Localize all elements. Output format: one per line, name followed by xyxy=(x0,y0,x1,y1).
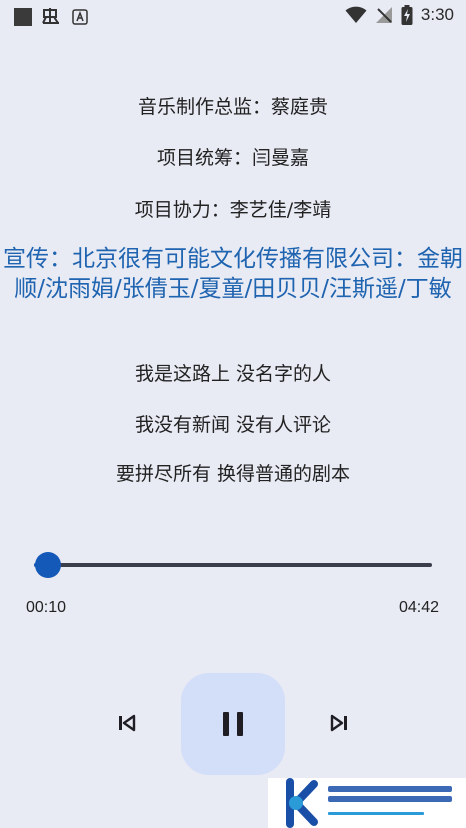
lyric-line: 项目统筹：闫曼嘉 xyxy=(156,147,309,169)
wifi-icon xyxy=(345,6,367,23)
keyboard-a-icon xyxy=(72,9,88,25)
play-pause-button[interactable] xyxy=(181,673,285,775)
status-time: 3:30 xyxy=(420,5,454,24)
seek-track[interactable] xyxy=(34,563,432,567)
lyric-line: 我没有新闻 没有人评论 xyxy=(134,414,332,436)
lyric-line: 项目协力：李艺佳/李靖 xyxy=(134,199,332,221)
lyric-line: 要拼尽所有 换得普通的剧本 xyxy=(115,463,351,485)
skip-previous-icon xyxy=(119,714,136,732)
watermark-logo xyxy=(268,778,466,828)
battery-charging-icon xyxy=(401,5,413,25)
no-signal-icon xyxy=(375,7,392,23)
app-notification-icon xyxy=(14,8,32,26)
lyric-line-active: 宣传：北京很有可能文化传播有限公司：金朝顺/沈雨娟/张倩玉/夏童/田贝贝/汪斯遥… xyxy=(3,246,463,302)
status-bar: 3:30 xyxy=(0,0,466,34)
seek-bar[interactable] xyxy=(34,552,432,578)
previous-button[interactable] xyxy=(110,706,144,740)
total-duration: 04:42 xyxy=(398,599,439,616)
pause-icon xyxy=(223,712,243,736)
skip-next-icon xyxy=(330,714,347,732)
next-button[interactable] xyxy=(322,706,356,740)
elapsed-time: 00:10 xyxy=(26,599,67,616)
kehan-logo-icon xyxy=(286,778,452,828)
seek-thumb[interactable] xyxy=(34,552,61,578)
lyric-line: 音乐制作总监：蔡庭贵 xyxy=(137,96,328,118)
status-bar-system: 3:30 xyxy=(345,5,454,25)
lyric-line: 我是这路上 没名字的人 xyxy=(134,363,332,385)
status-bar-notifications xyxy=(14,7,88,27)
app-glyph-icon xyxy=(42,8,59,24)
